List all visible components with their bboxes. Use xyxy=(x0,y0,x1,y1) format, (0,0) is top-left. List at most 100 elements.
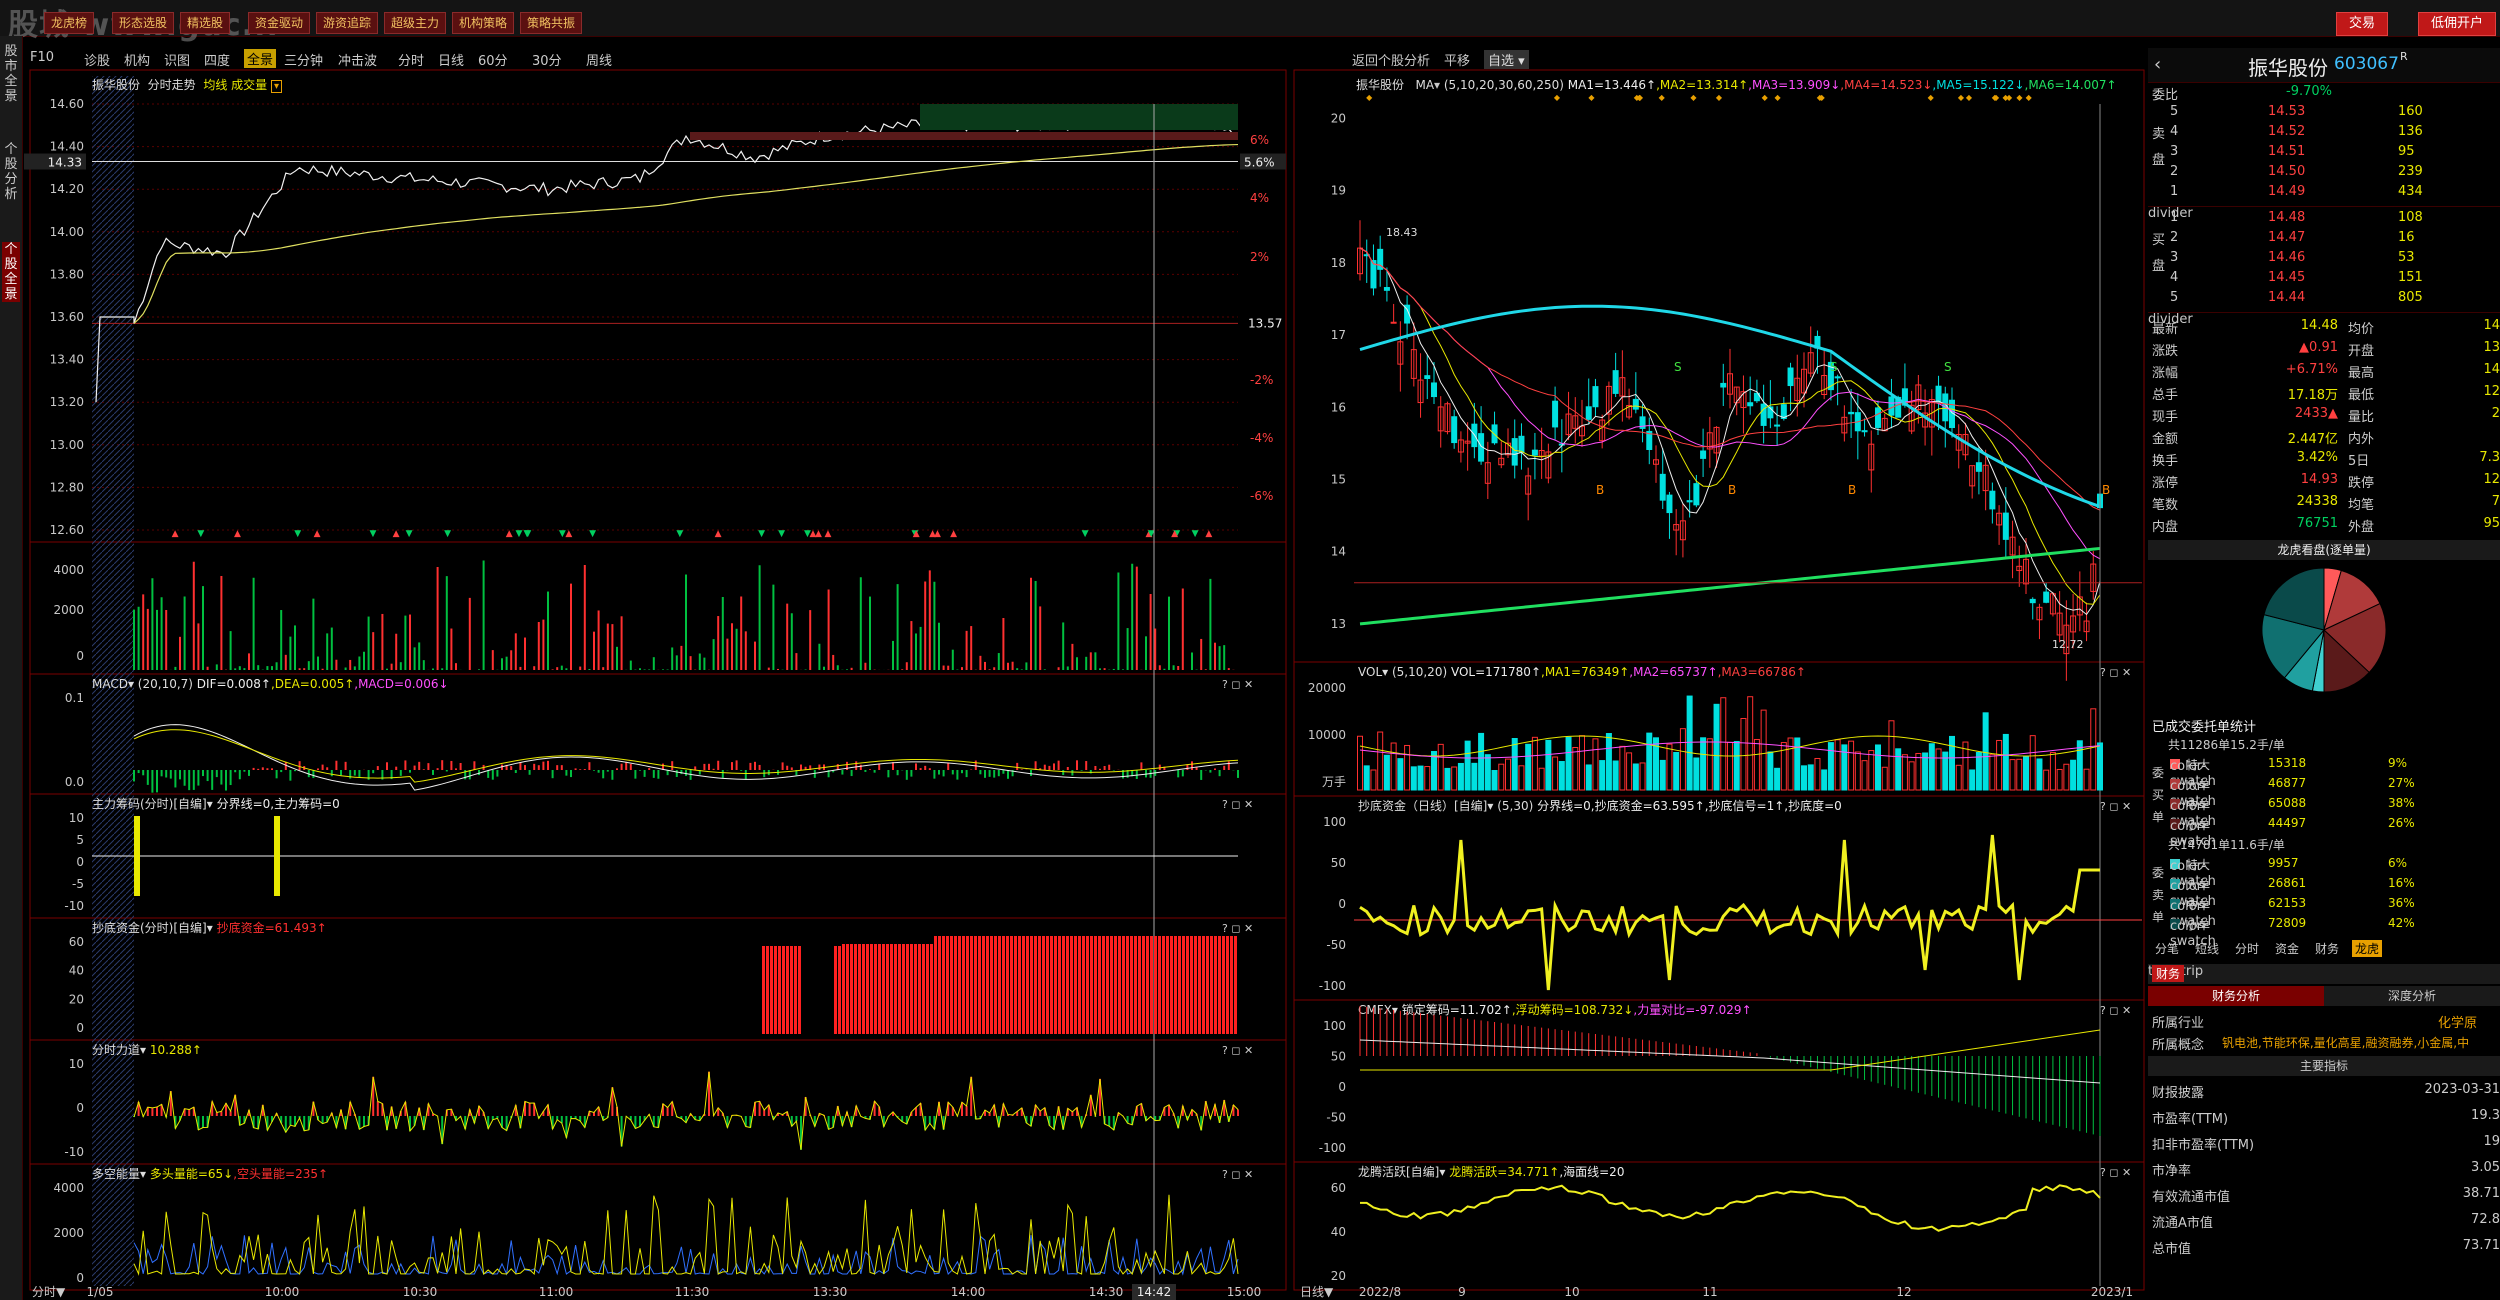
quote-tab[interactable]: 分笔 xyxy=(2152,940,2182,957)
signal-marker: ▲ xyxy=(314,529,321,539)
stat-label: 涨停 xyxy=(2152,476,2179,491)
dropdown-icon[interactable]: ▾ xyxy=(270,80,282,93)
event-marker: ◆ xyxy=(2003,93,2010,102)
bottom-fund-bar xyxy=(794,946,797,1034)
quote-tab[interactable]: 资金 xyxy=(2272,940,2302,957)
bottom-fund-bar xyxy=(1006,936,1009,1034)
panel-frame xyxy=(1293,999,2145,1163)
metric-label: 市净率 xyxy=(2152,1164,2192,1179)
price-tick-label: 14.00 xyxy=(50,225,84,239)
metric-value: 73.71 xyxy=(2462,1238,2500,1253)
bottom-fund-bar xyxy=(982,936,985,1034)
bottom-fund-bar xyxy=(838,946,841,1034)
finance-analysis-tab[interactable]: 财务分析 xyxy=(2148,986,2324,1006)
bottom-fund-bar xyxy=(962,936,965,1034)
bottom-fund-bar xyxy=(850,944,853,1034)
price-line xyxy=(95,110,1239,403)
time-axis-label: 15:00 xyxy=(1227,1285,1262,1299)
deep-analysis-tab[interactable]: 深度分析 xyxy=(2324,986,2500,1006)
signal-marker: ▲ xyxy=(810,529,817,539)
daily-volume-bar xyxy=(1579,735,1585,791)
low-label: 12.72 xyxy=(2052,638,2084,651)
daily-volume-bar xyxy=(1868,750,1875,791)
quote-tab[interactable]: 财务 xyxy=(2312,940,2342,957)
candlestick xyxy=(1861,430,1868,433)
signal-marker: ▼ xyxy=(676,529,683,539)
metric-label: 有效流通市值 xyxy=(2152,1190,2231,1205)
bottom-fund-bar xyxy=(1182,936,1185,1034)
order-volume: 26861 xyxy=(2268,876,2307,890)
daily-volume-bar xyxy=(1491,770,1498,791)
price-tick-label: 13.80 xyxy=(50,267,84,281)
stat-value: 7 xyxy=(2491,494,2500,509)
ask-level: 3 xyxy=(2170,144,2179,159)
time-axis-label: 14:00 xyxy=(951,1285,986,1299)
candlestick xyxy=(1659,473,1666,501)
bottom-fund-bar xyxy=(1082,936,1085,1034)
daily-volume-bar xyxy=(1720,697,1727,791)
back-arrow-icon[interactable]: ‹ xyxy=(2154,54,2161,75)
metric-label: 市盈率(TTM) xyxy=(2152,1112,2229,1127)
bottom-fund-bar xyxy=(966,936,969,1034)
stat-label: 最低 xyxy=(2348,388,2375,403)
force-line xyxy=(133,1071,1239,1150)
trade-button[interactable]: 交易 xyxy=(2336,12,2389,36)
time-axis-label: 13:30 xyxy=(813,1285,848,1299)
open-account-button[interactable]: 低佣开户 xyxy=(2418,12,2497,36)
candlestick xyxy=(1518,435,1525,454)
bottom-fund-bar xyxy=(898,944,901,1034)
quote-tab[interactable]: 短线 xyxy=(2192,940,2222,957)
event-marker: ◆ xyxy=(1636,93,1643,102)
bid-side-label: 买盘 xyxy=(2152,233,2166,274)
panel-frame xyxy=(1293,795,2145,1001)
daily-volume-bar xyxy=(2056,768,2063,791)
active-line xyxy=(1359,1184,2101,1232)
bottom-fund-bar xyxy=(958,936,961,1034)
bottom-fund-bar xyxy=(954,936,957,1034)
candlestick xyxy=(1592,386,1599,408)
signal-marker: ▲ xyxy=(929,529,936,539)
candlestick xyxy=(1989,490,1996,510)
candlestick xyxy=(1935,385,1942,404)
ind-tick-label: 50 xyxy=(1331,856,1346,870)
bottom-fund-bar xyxy=(1018,936,1021,1034)
dif-line xyxy=(133,724,1239,791)
ref-price-label: 13.57 xyxy=(1248,316,1282,330)
pct-tick-label: 6% xyxy=(1250,133,1269,147)
finance-tab[interactable]: 财务 xyxy=(2152,965,2185,982)
signal-marker: ▲ xyxy=(506,529,513,539)
ind-tick-label: 0 xyxy=(76,855,84,869)
concept-value: 钒电池,节能环保,量化高星,融资融券,小金属,中 xyxy=(2222,1036,2470,1050)
signal-marker: ▼ xyxy=(758,529,765,539)
bottom-fund-bar xyxy=(1038,936,1041,1034)
daily-volume-bar xyxy=(1727,741,1733,791)
daily-volume-bar xyxy=(1949,735,1955,791)
order-stat-title: 已成交委托单统计 xyxy=(2152,720,2257,735)
bottom-fund-bar xyxy=(1234,936,1237,1034)
quote-tab[interactable]: 龙虎 xyxy=(2352,940,2383,957)
daily-volume-bar xyxy=(1881,766,1888,791)
daily-volume-bar xyxy=(1605,733,1612,791)
period-selector: 日线▼ xyxy=(1300,1285,1334,1299)
order-percent: 26% xyxy=(2388,816,2415,830)
daily-volume-bar xyxy=(2090,708,2097,791)
vol-tick-label: 4000 xyxy=(53,563,84,577)
bottom-fund-bar xyxy=(846,944,849,1034)
bid-volume: 16 xyxy=(2398,230,2415,245)
quote-tab[interactable]: 分时 xyxy=(2232,940,2262,957)
order-type: 小单 xyxy=(2186,918,2211,932)
stat-value: 95 xyxy=(2483,516,2500,531)
bottom-fund-bar xyxy=(866,944,869,1034)
daily-volume-bar xyxy=(1908,761,1915,791)
candlestick xyxy=(1686,500,1693,503)
ind-tick-label: 2000 xyxy=(53,1226,84,1240)
signal-marker: ▼ xyxy=(523,529,530,539)
chart-canvas[interactable]: 14.60 14.40 14.20 14.00 13.80 13.60 13.40 13.20… xyxy=(0,0,2148,1300)
bid-volume: 108 xyxy=(2398,210,2423,225)
daily-volume-bar xyxy=(1975,751,1982,791)
event-marker: ◆ xyxy=(2016,93,2023,102)
daily-volume-bar xyxy=(1673,751,1680,791)
stat-value: 7.3 xyxy=(2479,450,2500,465)
daily-volume-bar xyxy=(1390,742,1397,791)
sell-signal: S xyxy=(1830,360,1838,374)
